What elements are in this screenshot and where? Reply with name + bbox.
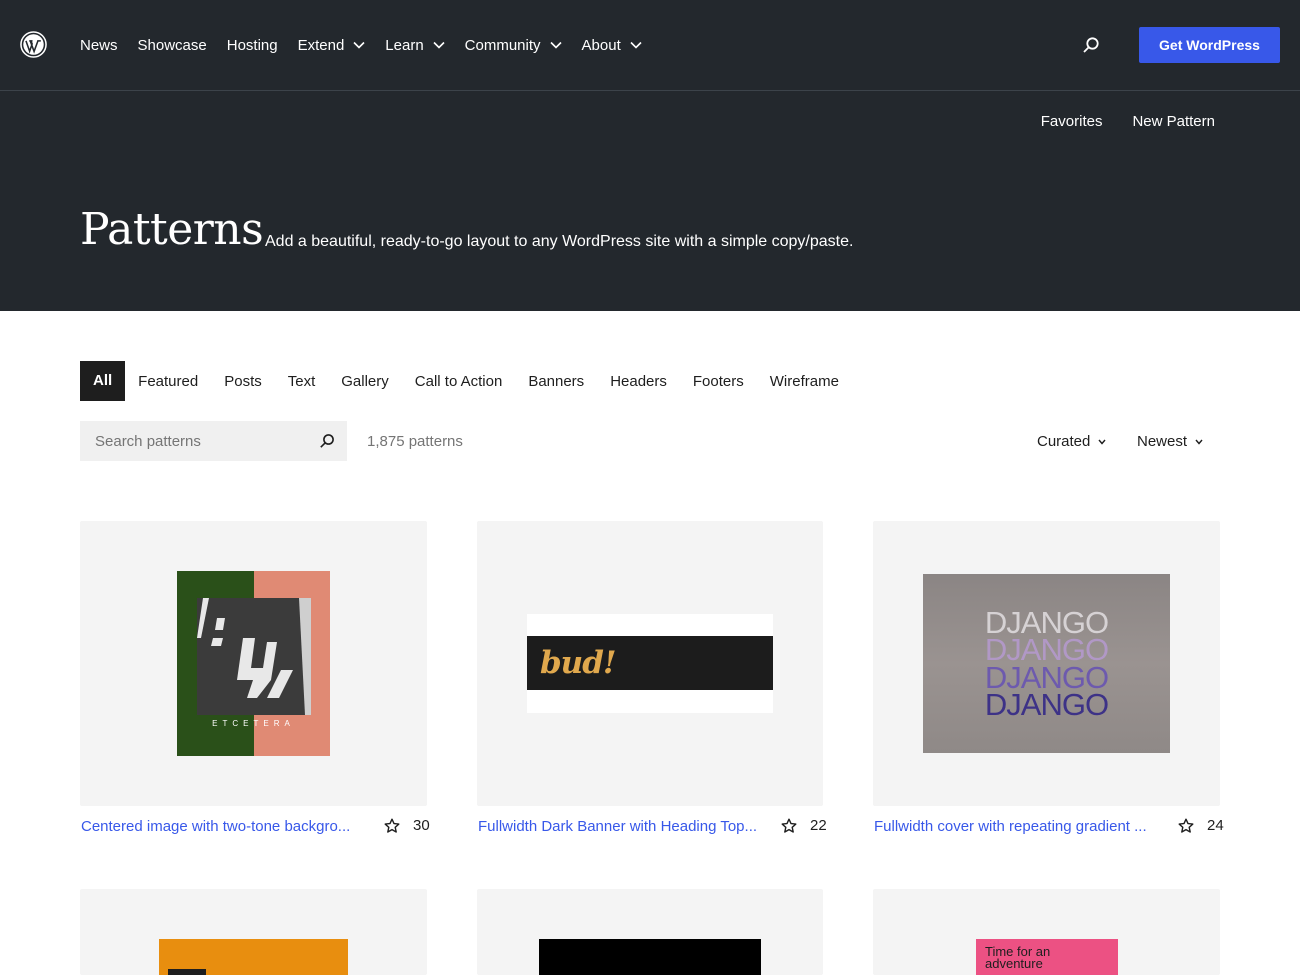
tab-call-to-action[interactable]: Call to Action (415, 373, 503, 390)
chevron-down-icon (1195, 439, 1203, 445)
favorite-button[interactable]: 22 (781, 817, 827, 834)
tab-posts[interactable]: Posts (224, 373, 262, 390)
pattern-preview-image: bud! (527, 614, 773, 713)
preview-road-photo (197, 598, 311, 715)
nav-extend-label: Extend (297, 36, 345, 54)
chevron-down-icon (1098, 439, 1106, 445)
chevron-down-icon (353, 41, 365, 49)
favorites-link[interactable]: Favorites (1041, 113, 1103, 130)
preview-etcetera-text: ETCETERA (212, 719, 295, 728)
pattern-title-link[interactable]: Fullwidth Dark Banner with Heading Top..… (478, 818, 758, 835)
wordpress-logo-icon[interactable] (20, 31, 47, 58)
tab-wireframe[interactable]: Wireframe (770, 373, 839, 390)
tab-all[interactable]: All (80, 361, 126, 401)
nav-about-label: About (581, 36, 621, 54)
search-input[interactable] (80, 421, 300, 461)
get-wordpress-button[interactable]: Get WordPress (1139, 27, 1280, 63)
nav-community-label: Community (464, 36, 541, 54)
road-markings-graphic (197, 598, 311, 715)
pattern-preview-image: ETCETERA (177, 571, 330, 756)
search-icon[interactable] (1082, 36, 1100, 54)
preview-dark-banner: bud! (527, 636, 773, 690)
nav-showcase-label: Showcase (137, 36, 207, 54)
pattern-card-preview[interactable]: ETCETERA (80, 521, 427, 806)
tab-headers[interactable]: Headers (610, 373, 667, 390)
chevron-down-icon (549, 41, 562, 49)
pattern-count: 1,875 patterns (367, 433, 463, 450)
tab-gallery[interactable]: Gallery (341, 373, 389, 390)
pattern-preview-image (539, 939, 761, 975)
preview-bud-heading: bud! (540, 645, 616, 681)
favorite-count: 30 (413, 817, 430, 834)
main-nav: News Showcase Hosting Extend Learn Commu… (80, 0, 662, 90)
favorite-button[interactable]: 30 (384, 817, 430, 834)
star-icon (1178, 818, 1194, 833)
pattern-card-preview[interactable]: Time for an adventure (873, 889, 1220, 975)
nav-showcase[interactable]: Showcase (138, 37, 207, 54)
star-icon (384, 818, 400, 833)
chevron-down-icon (433, 41, 445, 49)
preview-django-text: DJANGO (984, 687, 1109, 722)
sort-value: Newest (1137, 433, 1188, 450)
new-pattern-link[interactable]: New Pattern (1132, 113, 1215, 130)
favorite-count: 24 (1207, 817, 1224, 834)
patterns-subnav: Favorites New Pattern (1011, 113, 1215, 130)
pattern-preview-image (159, 939, 348, 975)
pattern-card-preview[interactable] (477, 889, 823, 975)
curation-dropdown[interactable]: Curated (1037, 433, 1106, 450)
favorite-button[interactable]: 24 (1178, 817, 1224, 834)
nav-learn[interactable]: Learn (385, 36, 445, 54)
tab-featured[interactable]: Featured (138, 373, 198, 390)
search-icon[interactable] (319, 433, 335, 449)
curation-value: Curated (1037, 433, 1091, 450)
pattern-card-preview[interactable] (80, 889, 427, 975)
patterns-hero: Favorites New Pattern Patterns Add a bea… (0, 91, 1300, 311)
nav-hosting-label: Hosting (226, 36, 278, 54)
favorite-count: 22 (810, 817, 827, 834)
nav-extend[interactable]: Extend (298, 37, 366, 54)
tab-text[interactable]: Text (288, 373, 316, 390)
pattern-preview-image: Time for an adventure (976, 939, 1118, 975)
preview-dark-block (168, 969, 206, 975)
nav-news-label: News (80, 36, 118, 54)
nav-community[interactable]: Community (465, 37, 562, 54)
global-header: News Showcase Hosting Extend Learn Commu… (0, 0, 1300, 91)
tab-banners[interactable]: Banners (528, 373, 584, 390)
pattern-card-preview[interactable]: bud! (477, 521, 823, 806)
category-tabs: All Featured Posts Text Gallery Call to … (80, 361, 865, 401)
tab-footers[interactable]: Footers (693, 373, 744, 390)
chevron-down-icon (630, 41, 642, 49)
pattern-card-preview[interactable]: DJANGO DJANGO DJANGO DJANGO (873, 521, 1220, 806)
nav-hosting[interactable]: Hosting (227, 37, 278, 54)
nav-learn-label: Learn (385, 36, 424, 54)
page-title: Patterns (80, 204, 264, 255)
pattern-search (80, 421, 347, 461)
preview-adventure-text: Time for an adventure (985, 944, 1051, 971)
sort-dropdown[interactable]: Newest (1137, 433, 1203, 450)
pattern-title-link[interactable]: Centered image with two-tone backgro... (81, 818, 361, 835)
pattern-preview-image: DJANGO DJANGO DJANGO DJANGO (923, 574, 1170, 753)
star-icon (781, 818, 797, 833)
nav-about[interactable]: About (582, 37, 642, 54)
pattern-title-link[interactable]: Fullwidth cover with repeating gradient … (874, 818, 1154, 835)
nav-news[interactable]: News (80, 37, 118, 54)
page-tagline: Add a beautiful, ready-to-go layout to a… (265, 233, 854, 250)
